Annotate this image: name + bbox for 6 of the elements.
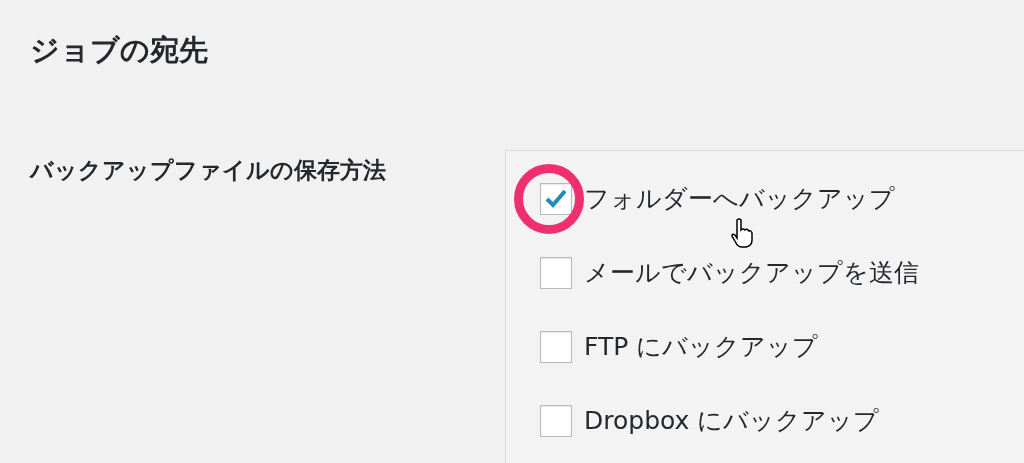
- option-label[interactable]: FTP にバックアップ: [584, 329, 819, 365]
- option-label[interactable]: Dropbox にバックアップ: [584, 403, 880, 439]
- option-label[interactable]: メールでバックアップを送信: [584, 255, 919, 291]
- option-label[interactable]: フォルダーへバックアップ: [584, 181, 895, 217]
- section-title: ジョブの宛先: [30, 32, 209, 69]
- field-label: バックアップファイルの保存方法: [30, 156, 387, 185]
